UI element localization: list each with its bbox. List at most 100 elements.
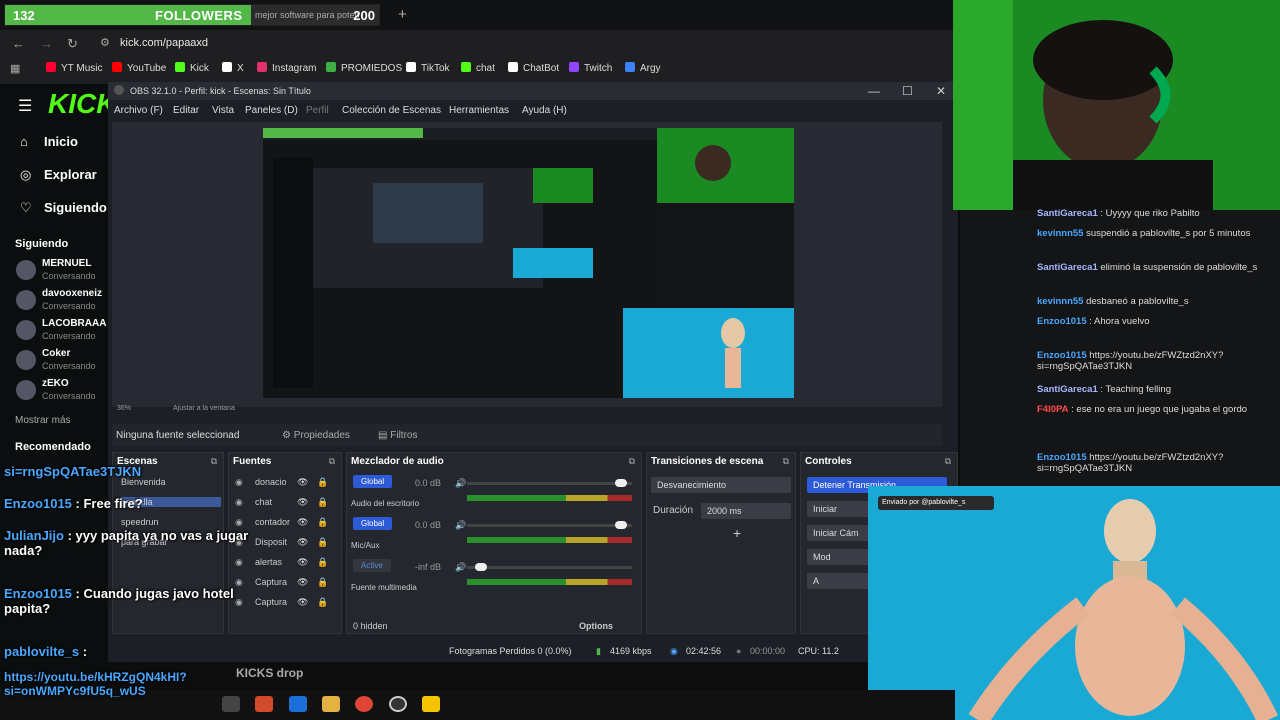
source-item[interactable]: alertas (255, 557, 282, 567)
lock-icon[interactable]: 🔒 (317, 537, 328, 548)
lock-icon[interactable]: 🔒 (317, 517, 328, 528)
edge-icon[interactable] (289, 696, 307, 712)
options-button[interactable]: Options (579, 621, 613, 631)
menu-item[interactable]: Paneles (D) (245, 105, 298, 116)
zoom-control[interactable]: 36% Ajustar a la ventana (117, 405, 235, 412)
mixer-tag[interactable]: Active (353, 559, 391, 572)
bookmark-youtube[interactable]: YouTube (112, 62, 166, 74)
volume-icon[interactable]: 🔊 (455, 520, 466, 531)
chat-username[interactable]: SantiGareca1 (1037, 262, 1098, 273)
nav-siguiendo[interactable]: Siguiendo (44, 200, 107, 215)
chat-username[interactable]: SantiGareca1 (1037, 208, 1098, 219)
chat-username[interactable]: Enzoo1015 (1037, 316, 1087, 327)
reload-icon[interactable]: ↻ (67, 36, 78, 52)
lock-icon[interactable]: 🔒 (317, 577, 328, 588)
apps-icon[interactable]: ▦ (10, 62, 20, 75)
forward-icon[interactable]: → (40, 36, 53, 51)
volume-knob[interactable] (615, 521, 627, 529)
show-more-link[interactable]: Mostrar más (15, 415, 71, 426)
following-item[interactable]: MERNUEL Conversando (16, 258, 108, 286)
chat-username[interactable]: kevinnn55 (1037, 296, 1083, 307)
source-item[interactable]: Disposit (255, 537, 287, 547)
chat-username[interactable]: SantiGareca1 (1037, 384, 1098, 395)
eye-icon[interactable]: 👁 (297, 537, 308, 548)
eye-icon[interactable]: 👁 (297, 577, 308, 588)
minimize-icon[interactable]: — (868, 84, 880, 98)
kick-taskbar-icon[interactable] (422, 696, 440, 712)
source-item[interactable]: chat (255, 497, 272, 507)
folder-icon[interactable] (322, 696, 340, 712)
bookmark-tiktok[interactable]: TikTok (406, 62, 450, 74)
bookmark-x[interactable]: X (222, 62, 244, 74)
obs-taskbar-icon[interactable] (389, 696, 407, 712)
menu-icon[interactable]: ☰ (18, 96, 32, 116)
app-icon[interactable] (255, 696, 273, 712)
maximize-icon[interactable]: ☐ (902, 84, 913, 98)
bookmark-kick[interactable]: Kick (175, 62, 209, 74)
properties-button[interactable]: ⚙ Propiedades (282, 430, 350, 441)
source-item[interactable]: Captura (255, 597, 287, 607)
following-item[interactable]: davooxeneiz Conversando (16, 288, 108, 316)
source-item[interactable]: Captura (255, 577, 287, 587)
volume-icon[interactable]: 🔊 (455, 562, 466, 573)
eye-icon[interactable]: 👁 (297, 557, 308, 568)
volume-slider[interactable] (467, 482, 632, 485)
menu-item[interactable]: Editar (173, 105, 199, 116)
dock-float-icon[interactable]: ⧉ (329, 456, 335, 467)
lock-icon[interactable]: 🔒 (317, 497, 328, 508)
bookmark-yt-music[interactable]: YT Music (46, 62, 103, 74)
source-item[interactable]: donacio (255, 477, 287, 487)
lock-icon[interactable]: 🔒 (317, 477, 328, 488)
chat-username[interactable]: F4I0PA (1037, 404, 1069, 415)
back-icon[interactable]: ← (12, 36, 25, 51)
menu-item[interactable]: Colección de Escenas (342, 105, 441, 116)
following-item[interactable]: LACOBRAAA Conversando (16, 318, 108, 346)
eye-icon[interactable]: 👁 (297, 517, 308, 528)
dock-float-icon[interactable]: ⧉ (211, 456, 217, 467)
chrome-icon[interactable] (355, 696, 373, 712)
volume-knob[interactable] (615, 479, 627, 487)
site-info-icon[interactable]: ⚙ (100, 36, 110, 49)
lock-icon[interactable]: 🔒 (317, 597, 328, 608)
lock-icon[interactable]: 🔒 (317, 557, 328, 568)
address-bar[interactable]: kick.com/papaaxd (120, 37, 208, 49)
eye-icon[interactable]: 👁 (297, 597, 308, 608)
bookmark-argy[interactable]: Argy (625, 62, 661, 74)
add-transition-icon[interactable]: + (733, 525, 741, 541)
duration-input[interactable]: 2000 ms (701, 503, 791, 519)
kick-logo[interactable]: KICK (48, 88, 116, 120)
dock-float-icon[interactable]: ⧉ (945, 456, 951, 467)
chat-username[interactable]: Enzoo1015 (1037, 452, 1087, 463)
menu-item[interactable]: Archivo (F) (114, 105, 163, 116)
volume-slider[interactable] (467, 524, 632, 527)
menu-item[interactable]: Vista (212, 105, 234, 116)
volume-icon[interactable]: 🔊 (455, 478, 466, 489)
bookmark-twitch[interactable]: Twitch (569, 62, 612, 74)
volume-knob[interactable] (475, 563, 487, 571)
eye-icon[interactable]: 👁 (297, 477, 308, 488)
following-item[interactable]: zEKO Conversando (16, 378, 108, 406)
menu-item[interactable]: Herramientas (449, 105, 509, 116)
program-preview[interactable] (263, 128, 794, 398)
chat-username[interactable]: kevinnn55 (1037, 228, 1083, 239)
nav-explorar[interactable]: Explorar (44, 167, 97, 182)
menu-item[interactable]: Perfil (306, 105, 329, 116)
volume-slider[interactable] (467, 566, 632, 569)
nav-inicio[interactable]: Inicio (44, 134, 78, 149)
chat-username[interactable]: Enzoo1015 (1037, 350, 1087, 361)
eye-icon[interactable]: 👁 (297, 497, 308, 508)
bookmark-instagram[interactable]: Instagram (257, 62, 316, 74)
filters-button[interactable]: ▤ Filtros (378, 430, 417, 441)
menu-item[interactable]: Ayuda (H) (522, 105, 567, 116)
transition-select[interactable]: Desvanecimiento (651, 477, 791, 493)
new-tab-icon[interactable]: + (398, 6, 407, 23)
dock-float-icon[interactable]: ⧉ (783, 456, 789, 467)
bookmark-promiedos[interactable]: PROMIEDOS (326, 62, 402, 74)
source-item[interactable]: contador (255, 517, 290, 527)
bookmark-chat[interactable]: chat (461, 62, 495, 74)
close-icon[interactable]: ✕ (936, 84, 946, 98)
mixer-tag[interactable]: Global (353, 517, 393, 530)
scene-item[interactable]: speedrun (121, 517, 159, 527)
bookmark-chatbot[interactable]: ChatBot (508, 62, 559, 74)
file-explorer-icon[interactable] (222, 696, 240, 712)
